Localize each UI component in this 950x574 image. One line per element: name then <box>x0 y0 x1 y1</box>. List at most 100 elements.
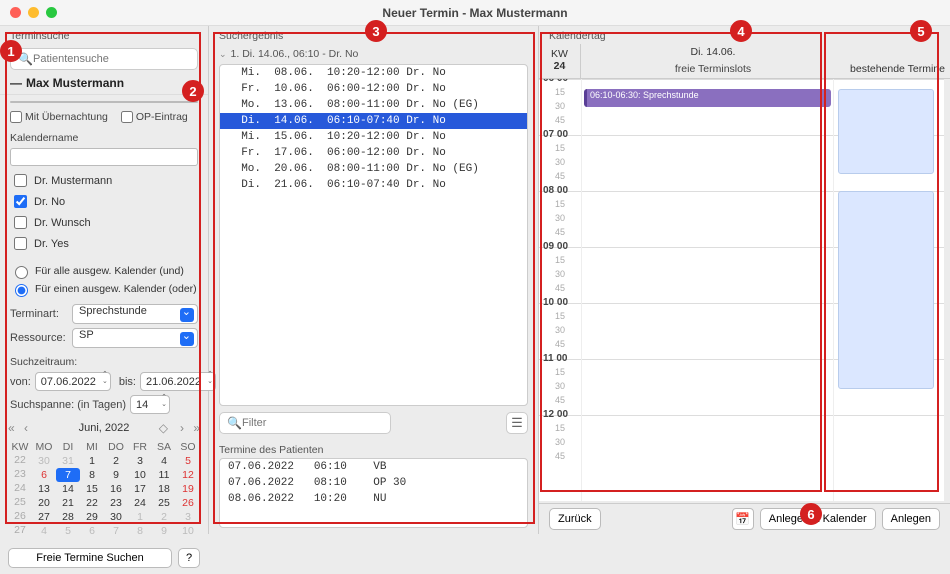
terminart-select[interactable]: Sprechstunde <box>72 304 198 324</box>
mini-calendar: « ‹ Juni, 2022 ◇ › » KWMODIMIDOFRSASO223… <box>0 416 208 542</box>
calendar-day[interactable]: 12 <box>176 468 200 482</box>
patient-termin-row[interactable]: 07.06.2022 06:10 VB <box>220 459 527 475</box>
calendar-checkbox[interactable]: Dr. Yes <box>10 233 198 254</box>
calendar-day[interactable]: 7 <box>104 524 128 538</box>
calendar-day[interactable]: 5 <box>176 454 200 468</box>
day-grid[interactable]: 06 0015304507 0015304508 0015304509 0015… <box>539 79 944 501</box>
calendar-day[interactable]: 24 <box>128 496 152 510</box>
calendar-day[interactable]: 10 <box>128 468 152 482</box>
calendar-day[interactable]: 2 <box>152 510 176 524</box>
calendar-day[interactable]: 6 <box>32 468 56 482</box>
result-row[interactable]: Mi. 15.06. 10:20-12:00 Dr. No <box>220 129 527 145</box>
cal-month-label: Juni, 2022 <box>79 422 130 434</box>
radio-all[interactable]: Für alle ausgew. Kalender (und) <box>10 262 198 280</box>
filter-input[interactable] <box>219 412 391 434</box>
kalendername-label: Kalendername <box>0 128 208 146</box>
calendar-day[interactable]: 30 <box>104 510 128 524</box>
calendar-day[interactable]: 4 <box>32 524 56 538</box>
collapse-icon[interactable]: — <box>10 76 22 90</box>
filter-options-icon[interactable]: ☰ <box>506 412 528 434</box>
calendar-checkbox[interactable]: Dr. Wunsch <box>10 212 198 233</box>
cal-prev-month-icon[interactable]: ‹ <box>24 421 28 435</box>
result-list[interactable]: Mi. 08.06. 10:20-12:00 Dr. No Fr. 10.06.… <box>219 64 528 406</box>
calendar-day[interactable]: 21 <box>56 496 80 510</box>
tab-einzel[interactable]: Einzel <box>11 102 72 103</box>
calendar-day[interactable]: 6 <box>80 524 104 538</box>
chevron-down-icon: ⌄ <box>219 49 227 60</box>
calendar-day[interactable]: 26 <box>176 496 200 510</box>
calendar-day[interactable]: 9 <box>104 468 128 482</box>
tab-definiert[interactable]: Definiert <box>72 102 134 103</box>
calendar-icon-button[interactable]: 📅 <box>732 508 754 530</box>
kalendername-input[interactable] <box>10 148 198 166</box>
calendar-day[interactable]: 1 <box>80 454 104 468</box>
calendar-day[interactable]: 27 <box>32 510 56 524</box>
anlegen-button[interactable]: Anlegen <box>882 508 940 530</box>
calendar-day[interactable]: 10 <box>176 524 200 538</box>
calendar-day[interactable]: 15 <box>80 482 104 496</box>
result-row[interactable]: Mo. 13.06. 08:00-11:00 Dr. No (EG) <box>220 97 527 113</box>
calendar-day[interactable]: 11 <box>152 468 176 482</box>
calendar-day[interactable]: 4 <box>152 454 176 468</box>
breadcrumb[interactable]: ⌄ 1. Di. 14.06., 06:10 - Dr. No <box>209 44 538 64</box>
ressource-select[interactable]: SP <box>72 328 198 348</box>
calendar-day[interactable]: 5 <box>56 524 80 538</box>
calendar-day[interactable]: 28 <box>56 510 80 524</box>
calendar-day[interactable]: 1 <box>128 510 152 524</box>
filter-search-icon: 🔍 <box>227 416 242 430</box>
calendar-day[interactable]: 13 <box>32 482 56 496</box>
calendar-day[interactable]: 20 <box>32 496 56 510</box>
calendar-day[interactable]: 3 <box>128 454 152 468</box>
patient-search-input[interactable] <box>10 48 198 70</box>
calendar-day[interactable]: 8 <box>80 468 104 482</box>
tab-kette[interactable]: Kette <box>135 102 197 103</box>
cal-next-year-icon[interactable]: » <box>193 421 200 435</box>
existing-slot-2[interactable] <box>838 191 934 389</box>
calendar-day[interactable]: 8 <box>128 524 152 538</box>
calendar-day[interactable]: 9 <box>152 524 176 538</box>
calendar-list: Dr. MustermannDr. NoDr. WunschDr. Yes <box>0 170 208 258</box>
radio-one[interactable]: Für einen ausgew. Kalender (oder) <box>10 280 198 298</box>
calendar-day[interactable]: 3 <box>176 510 200 524</box>
calendar-day[interactable]: 23 <box>104 496 128 510</box>
patient-termin-row[interactable]: 07.06.2022 08:10 OP 30 <box>220 475 527 491</box>
calendar-day[interactable]: 31 <box>56 454 80 468</box>
calendar-day[interactable]: 18 <box>152 482 176 496</box>
calendar-checkbox[interactable]: Dr. Mustermann <box>10 170 198 191</box>
calendar-day[interactable]: 19 <box>176 482 200 496</box>
opt-op[interactable]: OP-Eintrag <box>121 111 188 123</box>
calendar-checkbox[interactable]: Dr. No <box>10 191 198 212</box>
calendar-day[interactable]: 29 <box>80 510 104 524</box>
result-row[interactable]: Fr. 10.06. 06:00-12:00 Dr. No <box>220 81 527 97</box>
cal-today-icon[interactable]: ◇ <box>159 421 168 435</box>
result-row[interactable]: Mo. 20.06. 08:00-11:00 Dr. No (EG) <box>220 161 527 177</box>
calendar-day[interactable]: 2 <box>104 454 128 468</box>
slot-sprechstunde[interactable]: 06:10-06:30: Sprechstunde <box>584 89 831 107</box>
result-row[interactable]: Fr. 17.06. 06:00-12:00 Dr. No <box>220 145 527 161</box>
calendar-day[interactable]: 14 <box>56 482 80 496</box>
help-button[interactable]: ? <box>178 548 200 568</box>
cal-prev-year-icon[interactable]: « <box>8 421 15 435</box>
kw-label: KW <box>539 48 580 60</box>
patient-termine-list[interactable]: 07.06.2022 06:10 VB07.06.2022 08:10 OP 3… <box>219 458 528 528</box>
calendar-day[interactable]: 17 <box>128 482 152 496</box>
cal-next-month-icon[interactable]: › <box>180 421 184 435</box>
suchspanne-label: Suchspanne: (in Tagen) <box>10 399 126 411</box>
back-button[interactable]: Zurück <box>549 508 601 530</box>
search-free-button[interactable]: Freie Termine Suchen <box>8 548 172 568</box>
von-date[interactable]: 07.06.2022 <box>35 372 111 391</box>
patient-termin-row[interactable]: 08.06.2022 10:20 NU <box>220 491 527 507</box>
result-row[interactable]: Mi. 08.06. 10:20-12:00 Dr. No <box>220 65 527 81</box>
suchspanne-input[interactable]: 14 <box>130 395 170 414</box>
existing-slot-1[interactable] <box>838 89 934 174</box>
calendar-day[interactable]: 16 <box>104 482 128 496</box>
result-row[interactable]: Di. 21.06. 06:10-07:40 Dr. No <box>220 177 527 193</box>
opt-overnight[interactable]: Mit Übernachtung <box>10 111 108 123</box>
calendar-day[interactable]: 30 <box>32 454 56 468</box>
calendar-day[interactable]: 25 <box>152 496 176 510</box>
calendar-day[interactable]: 22 <box>80 496 104 510</box>
col-exist-label: bestehende Termine <box>845 63 950 75</box>
bis-date[interactable]: 21.06.2022 <box>140 372 216 391</box>
calendar-day[interactable]: 7 <box>56 468 80 482</box>
result-row[interactable]: Di. 14.06. 06:10-07:40 Dr. No <box>220 113 527 129</box>
